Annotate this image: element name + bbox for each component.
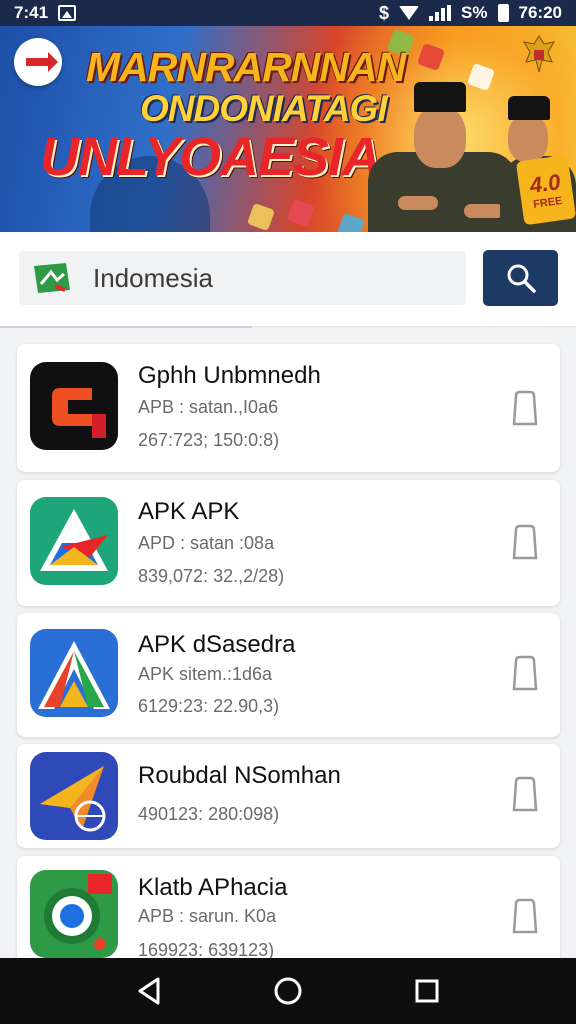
app-name: Gphh Unbmnedh [138,362,321,389]
search-box[interactable] [19,251,466,305]
app-stats: 839,072: 32.,2/28) [138,566,285,586]
app-list-item[interactable]: Roubdal NSomhan 490123: 280:098) [17,744,560,848]
status-clock: 76:20 [518,3,562,22]
image-notification-icon [58,5,77,21]
wifi-icon [399,6,420,20]
app-meta: APB : satan.,I0a6 [138,397,279,417]
person-figure-main [368,76,518,232]
app-list-item[interactable]: Gphh Unbmnedh APB : satan.,I0a6 267:723;… [17,344,560,472]
app-list-item[interactable]: APK dSasedra APK sitem.:1d6a 6129:23: 22… [17,613,560,737]
bookmark-icon[interactable] [510,522,540,562]
bookmark-icon[interactable] [510,388,540,428]
recents-square-icon[interactable] [414,978,440,1004]
banner-back-button[interactable] [14,38,62,86]
search-icon [507,264,536,293]
home-circle-icon[interactable] [273,976,303,1006]
app-meta: APK sitem.:1d6a [138,664,273,684]
status-time: 7:41 [14,3,49,22]
app-stats: 267:723; 150:0:8) [138,430,280,450]
promo-banner[interactable]: MARNRARNNAN ONDONIATAGI UNLYOAESIA 4.0 F… [0,26,576,232]
app-list-item[interactable]: Klatb APhacia APB : sarun. K0a 169923: 6… [17,856,560,966]
app-stats: 6129:23: 22.90,3) [138,696,280,716]
app-icon-gear-circle [30,870,118,958]
bookmark-icon[interactable] [510,774,540,814]
app-stats: 490123: 280:098) [138,804,280,824]
app-meta: APD : satan :08a [138,533,275,553]
app-name: APK dSasedra [138,631,296,658]
app-list-item[interactable]: APK APK APD : satan :08a 839,072: 32.,2/… [17,480,560,606]
app-logo-icon [34,263,70,293]
back-triangle-icon[interactable] [136,976,162,1006]
version-badge: 4.0 FREE [515,154,576,226]
bookmark-icon[interactable] [510,653,540,693]
search-input[interactable] [93,262,453,294]
divider-accent [0,326,252,328]
search-panel [0,232,576,328]
banner-headline-2: ONDONIATAGI [140,88,388,129]
app-icon-letter-a [30,629,118,717]
dollar-icon: $ [379,2,390,23]
app-meta: APB : sarun. K0a [138,906,277,926]
status-bar: 7:41 $ S% 76:20 [0,0,576,26]
app-icon-paper-plane [30,752,118,840]
garuda-emblem-icon [522,35,556,73]
banner-headline-1: MARNRARNNAN [86,44,406,90]
app-icon-triangle [30,497,118,585]
app-name: Roubdal NSomhan [138,762,341,789]
battery-percent: S% [461,3,488,22]
system-nav-bar [0,958,576,1024]
app-name: APK APK [138,498,240,525]
badge-label: FREE [532,194,564,211]
app-name: Klatb APhacia [138,874,288,901]
bookmark-icon[interactable] [510,896,540,936]
banner-headline-3: UNLYOAESIA [40,127,381,187]
search-button[interactable] [483,250,558,306]
battery-icon [497,4,509,22]
arrow-right-icon [26,52,58,72]
app-tile-icon [246,202,276,232]
signal-icon [429,5,452,21]
app-icon-orange-c [30,362,118,450]
